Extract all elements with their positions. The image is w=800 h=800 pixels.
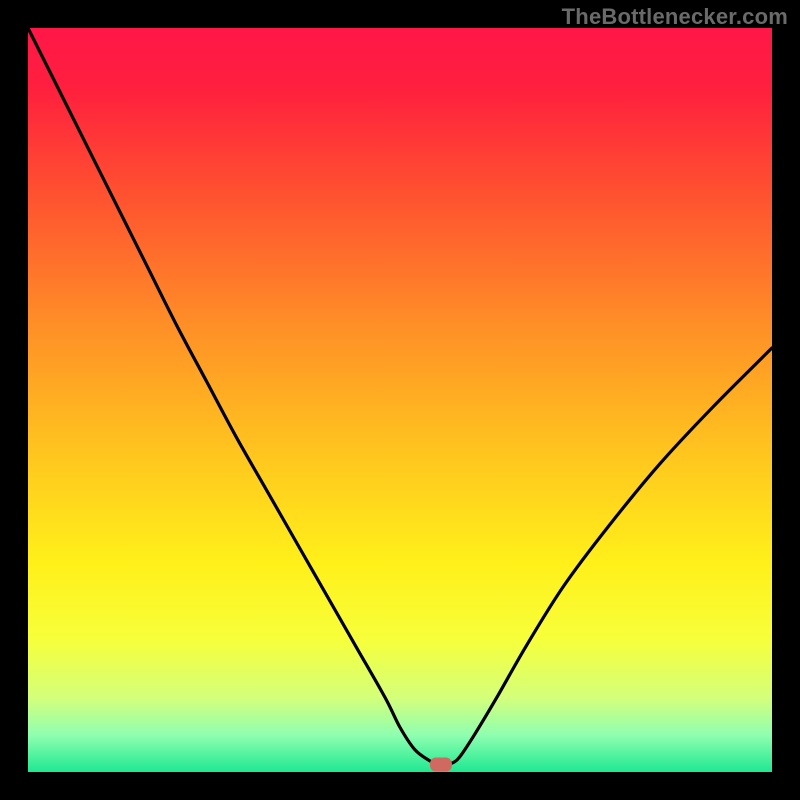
optimum-marker [430, 758, 452, 772]
chart-background [28, 28, 772, 772]
plot-area [28, 28, 772, 772]
attribution-label: TheBottlenecker.com [562, 4, 788, 30]
chart-container: TheBottlenecker.com [0, 0, 800, 800]
chart-svg [28, 28, 772, 772]
